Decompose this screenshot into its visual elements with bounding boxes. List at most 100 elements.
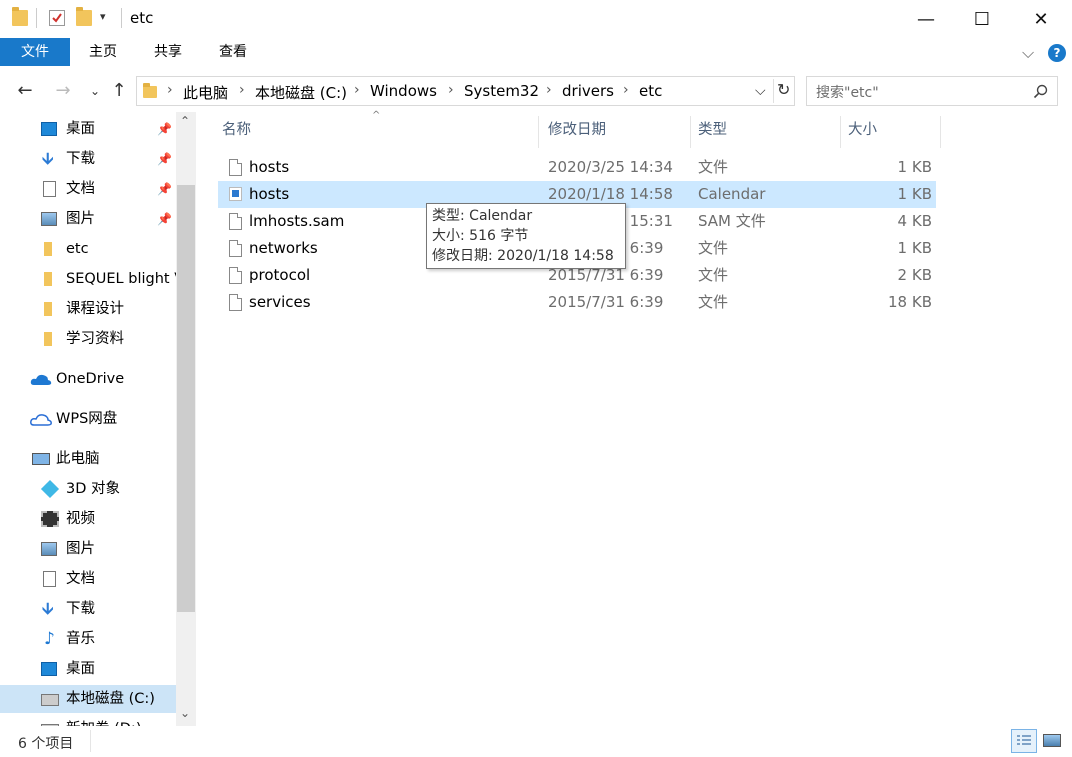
sidebar-item-sequel-blight[interactable]: SEQUEL blight V bbox=[0, 265, 176, 293]
file-row[interactable]: services 2015/7/31 6:39 文件 18 KB bbox=[218, 289, 936, 316]
sidebar-item-pictures[interactable]: 图片 📌 bbox=[0, 205, 176, 233]
address-dropdown-icon[interactable]: ⌵ bbox=[755, 83, 766, 99]
column-header-name[interactable]: 名称 bbox=[222, 118, 251, 148]
file-name: services bbox=[249, 293, 311, 311]
sidebar-item-label: WPS网盘 bbox=[56, 411, 118, 427]
column-header-date[interactable]: 修改日期 bbox=[548, 118, 606, 148]
sidebar-item-music[interactable]: ♪ 音乐 bbox=[0, 625, 176, 653]
tab-home[interactable]: 主页 bbox=[74, 38, 132, 66]
navigation-bar: ← → ⌄ ↑ › 此电脑 › 本地磁盘 (C:) › Windows › Sy… bbox=[0, 72, 1072, 110]
minimize-button[interactable]: — bbox=[897, 0, 955, 38]
sidebar-item-label: 新加卷 (D:) bbox=[66, 715, 141, 726]
sidebar-item-documents-pc[interactable]: 文档 bbox=[0, 565, 176, 593]
sidebar-item-documents[interactable]: 文档 📌 bbox=[0, 175, 176, 203]
new-folder-icon[interactable] bbox=[76, 7, 92, 26]
breadcrumb-separator[interactable]: › bbox=[354, 82, 360, 98]
maximize-button[interactable]: ☐ bbox=[953, 0, 1011, 38]
file-tooltip: 类型: Calendar 大小: 516 字节 修改日期: 2020/1/18 … bbox=[426, 203, 626, 269]
column-divider[interactable] bbox=[940, 116, 941, 148]
file-name: hosts bbox=[249, 158, 290, 176]
search-icon[interactable] bbox=[1033, 84, 1048, 99]
tooltip-size: 大小: 516 字节 bbox=[432, 228, 529, 244]
breadcrumb-separator[interactable]: › bbox=[239, 82, 245, 98]
tab-view[interactable]: 查看 bbox=[204, 38, 262, 66]
sidebar-item-etc[interactable]: etc bbox=[0, 235, 176, 263]
sidebar-item-label: 课程设计 bbox=[66, 301, 124, 317]
refresh-icon[interactable]: ↻ bbox=[777, 80, 790, 99]
calendar-file-icon bbox=[229, 187, 242, 201]
breadcrumb-local-disk[interactable]: 本地磁盘 (C:) bbox=[255, 82, 347, 103]
file-type: 文件 bbox=[698, 158, 729, 176]
file-icon bbox=[229, 213, 242, 230]
sidebar-item-pictures-pc[interactable]: 图片 bbox=[0, 535, 176, 563]
sidebar-item-videos[interactable]: 视频 bbox=[0, 505, 176, 533]
tab-share[interactable]: 共享 bbox=[139, 38, 197, 66]
sidebar-item-downloads-pc[interactable]: 🡫 下载 bbox=[0, 595, 176, 623]
sidebar-item-study-materials[interactable]: 学习资料 bbox=[0, 325, 176, 353]
column-header-size[interactable]: 大小 bbox=[848, 118, 877, 148]
sidebar-item-3d-objects[interactable]: 3D 对象 bbox=[0, 475, 176, 503]
breadcrumb-etc[interactable]: etc bbox=[639, 82, 662, 100]
sidebar-item-wps-drive[interactable]: WPS网盘 bbox=[0, 405, 176, 433]
expand-ribbon-icon[interactable]: ⌵ bbox=[1022, 43, 1034, 63]
sidebar-scrollbar[interactable]: ⌃ ⌄ bbox=[176, 112, 196, 726]
up-button[interactable]: ↑ bbox=[108, 80, 130, 102]
sidebar-item-onedrive[interactable]: OneDrive bbox=[0, 365, 176, 393]
breadcrumb-separator[interactable]: › bbox=[546, 82, 552, 98]
forward-button[interactable]: → bbox=[52, 80, 74, 102]
search-input[interactable]: 搜索"etc" bbox=[806, 76, 1058, 106]
breadcrumb-separator[interactable]: › bbox=[167, 82, 173, 98]
sidebar-item-label: 视频 bbox=[66, 511, 95, 527]
sidebar-item-label: OneDrive bbox=[56, 371, 125, 387]
file-type: Calendar bbox=[698, 185, 766, 203]
breadcrumb-system32[interactable]: System32 bbox=[464, 82, 539, 100]
column-divider[interactable] bbox=[840, 116, 841, 148]
sidebar-item-course-design[interactable]: 课程设计 bbox=[0, 295, 176, 323]
sidebar-item-label: 下载 bbox=[66, 151, 95, 167]
back-button[interactable]: ← bbox=[14, 80, 36, 102]
file-name: lmhosts.sam bbox=[249, 212, 345, 230]
sidebar-item-this-pc[interactable]: 此电脑 bbox=[0, 445, 176, 473]
pin-icon: 📌 bbox=[157, 152, 172, 166]
sidebar-item-desktop-pc[interactable]: 桌面 bbox=[0, 655, 176, 683]
column-divider[interactable] bbox=[690, 116, 691, 148]
sidebar-item-label: 本地磁盘 (C:) bbox=[66, 691, 155, 707]
sidebar-item-label: 桌面 bbox=[66, 121, 95, 137]
column-header-type[interactable]: 类型 bbox=[698, 118, 727, 148]
sidebar-item-new-volume-d[interactable]: 新加卷 (D:) bbox=[0, 715, 176, 726]
file-size: 1 KB bbox=[897, 239, 932, 257]
document-icon bbox=[43, 571, 56, 587]
scroll-down-icon[interactable]: ⌄ bbox=[180, 706, 190, 720]
desktop-icon bbox=[41, 122, 57, 136]
breadcrumb-this-pc[interactable]: 此电脑 bbox=[183, 82, 228, 103]
sidebar-item-label: 桌面 bbox=[66, 661, 95, 677]
sidebar-item-local-disk-c[interactable]: 本地磁盘 (C:) bbox=[0, 685, 176, 713]
file-size: 1 KB bbox=[897, 158, 932, 176]
recent-locations-button[interactable]: ⌄ bbox=[84, 80, 106, 102]
file-size: 4 KB bbox=[897, 212, 932, 230]
details-view-button[interactable] bbox=[1011, 729, 1037, 753]
scrollbar-thumb[interactable] bbox=[177, 185, 195, 612]
help-icon[interactable]: ? bbox=[1048, 44, 1066, 62]
file-row[interactable]: hosts 2020/3/25 14:34 文件 1 KB bbox=[218, 154, 936, 181]
customize-quick-access-icon[interactable]: ▾ bbox=[100, 10, 106, 23]
tab-file[interactable]: 文件 bbox=[0, 38, 70, 66]
scroll-up-icon[interactable]: ⌃ bbox=[180, 114, 190, 128]
properties-icon[interactable] bbox=[49, 10, 65, 26]
breadcrumb-separator[interactable]: › bbox=[623, 82, 629, 98]
close-button[interactable]: ✕ bbox=[1012, 0, 1070, 38]
large-icons-view-button[interactable] bbox=[1039, 729, 1065, 753]
sidebar-item-desktop[interactable]: 桌面 📌 bbox=[0, 115, 176, 143]
breadcrumb-drivers[interactable]: drivers bbox=[562, 82, 614, 100]
file-name: protocol bbox=[249, 266, 311, 284]
address-bar[interactable]: › 此电脑 › 本地磁盘 (C:) › Windows › System32 ›… bbox=[136, 76, 795, 106]
sidebar-item-label: 3D 对象 bbox=[66, 481, 120, 497]
sidebar-item-downloads[interactable]: 🡫 下载 📌 bbox=[0, 145, 176, 173]
file-size: 2 KB bbox=[897, 266, 932, 284]
3d-objects-icon bbox=[40, 479, 60, 499]
column-divider[interactable] bbox=[538, 116, 539, 148]
file-date: 2015/7/31 6:39 bbox=[548, 293, 664, 311]
breadcrumb-windows[interactable]: Windows bbox=[370, 82, 437, 100]
sort-indicator-icon: ^ bbox=[372, 110, 381, 121]
breadcrumb-separator[interactable]: › bbox=[448, 82, 454, 98]
